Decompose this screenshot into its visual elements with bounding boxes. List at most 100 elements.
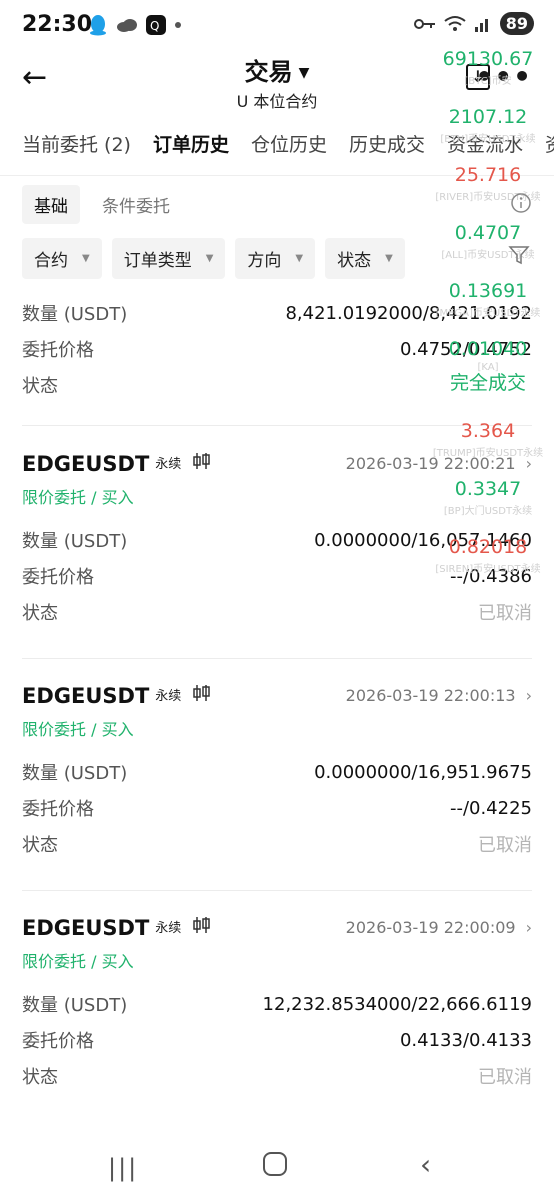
order-card[interactable]: EDGEUSDT 永续 2026-03-19 22:00:09 › 限价委托 / 买… [22, 916, 532, 1094]
status-label: 状态 [22, 835, 58, 856]
status-value: 已取消 [478, 1067, 532, 1088]
ticker-item: 0.13691 [MEGA]币安USDT永续 [422, 280, 554, 338]
qty-label: 数量 (USDT) [22, 531, 128, 552]
price-label: 委托价格 [22, 799, 94, 820]
ticker-price: 完全成交 [449, 372, 526, 394]
tab-position-history[interactable]: 仓位历史 [251, 130, 327, 170]
order-side: 限价委托 / 买入 [22, 952, 134, 971]
price-label: 委托价格 [22, 1031, 94, 1052]
price-label: 委托价格 [22, 340, 94, 361]
ticker-item: 2107.12 [ETH]币安USDT永续 [422, 106, 554, 164]
filter-order-type[interactable]: 订单类型 ▼ [111, 238, 226, 279]
qty-value: 0.0000000/16,951.9675 [314, 761, 532, 783]
status-value: 已取消 [478, 835, 532, 856]
ticker-item: 69130.67 [BTC]币安 [422, 48, 554, 106]
ticker-name: [RIVER]币安USDT永续 [435, 192, 541, 203]
battery-level: 89 [499, 12, 534, 35]
ticker-price: 0.82018 [448, 536, 528, 558]
qq-icon [90, 15, 106, 36]
cloud-icon [117, 19, 137, 32]
status-row: 状态 已取消 [22, 594, 532, 630]
nav-back-icon[interactable]: ‹ [420, 1148, 431, 1181]
filter-label: 方向 [247, 251, 282, 271]
status-value: 已取消 [478, 603, 532, 624]
ticker-item: 3.364 [TRUMP]币安USDT永续 [422, 420, 554, 478]
filter-status[interactable]: 状态 ▼ [325, 238, 405, 279]
order-time-text: 2026-03-19 22:00:09 [345, 918, 516, 937]
filter-label: 状态 [337, 251, 372, 271]
system-nav-bar: ||| ‹ [0, 1136, 554, 1200]
card-divider [22, 890, 532, 891]
price-ticker-overlay: 69130.67 [BTC]币安 2107.12 [ETH]币安USDT永续 25.… [422, 48, 554, 594]
candlestick-icon[interactable] [192, 452, 212, 470]
order-time[interactable]: 2026-03-19 22:00:09 › [346, 918, 532, 937]
tab-trade-history[interactable]: 历史成交 [349, 130, 425, 170]
ticker-name: [TRUMP]币安USDT永续 [432, 448, 544, 459]
subtab-conditional[interactable]: 条件委托 [90, 185, 182, 224]
status-row: 状态 已取消 [22, 1058, 532, 1094]
ticker-name: [BP]大门USDT永续 [443, 506, 533, 517]
ticker-name: [MEGA]币安USDT永续 [435, 308, 541, 319]
tab-current-orders[interactable]: 当前委托 (2) [22, 130, 131, 170]
wifi-icon [444, 15, 466, 31]
order-header: EDGEUSDT 永续 2026-03-19 22:00:09 › [22, 916, 532, 946]
status-label: 状态 [22, 603, 58, 624]
info-icon[interactable] [510, 192, 532, 214]
ticker-name: [ALL]币安USDT永续 [441, 250, 535, 261]
qty-row: 数量 (USDT) 12,232.8534000/22,666.6119 [22, 986, 532, 1022]
status-time: 22:30 [22, 12, 93, 37]
price-value: --/0.4225 [449, 797, 532, 819]
ticker-name: [SIREN]币安USDT永续 [435, 564, 541, 575]
filter-direction[interactable]: 方向 ▼ [235, 238, 316, 279]
candlestick-icon[interactable] [192, 916, 212, 934]
price-row: 委托价格 --/0.4225 [22, 790, 532, 826]
ticker-price: 69130.67 [442, 48, 534, 70]
order-side: 限价委托 / 买入 [22, 720, 134, 739]
ticker-price: 2107.12 [448, 106, 528, 128]
filter-contract[interactable]: 合约 ▼ [22, 238, 102, 279]
ticker-price: 0.13691 [448, 280, 528, 302]
page-title-text: 交易 [244, 58, 293, 86]
status-app-icons: Q [88, 14, 182, 36]
caret-down-icon: ▼ [82, 253, 90, 264]
ticker-item: 25.716 [RIVER]币安USDT永续 [422, 164, 554, 222]
recent-apps-icon[interactable]: ||| [108, 1154, 138, 1182]
key-icon [413, 18, 435, 29]
ticker-name: [ETH]币安USDT永续 [440, 134, 536, 145]
filter-icon[interactable] [508, 244, 530, 266]
chevron-right-icon: › [525, 686, 532, 705]
perpetual-badge: 永续 [155, 921, 182, 936]
chevron-right-icon: › [525, 918, 532, 937]
status-row: 状态 已取消 [22, 826, 532, 862]
qty-value: 12,232.8534000/22,666.6119 [262, 993, 532, 1015]
status-system-icons: 89 [413, 12, 534, 35]
ticker-item: 0.3347 [BP]大门USDT永续 [422, 478, 554, 536]
app-badge-icon: Q [146, 15, 166, 35]
caret-down-icon: ▼ [295, 253, 304, 264]
ticker-price: 3.364 [460, 420, 516, 442]
order-symbol: EDGEUSDT [22, 452, 150, 476]
filter-label: 订单类型 [123, 251, 192, 271]
status-label: 状态 [22, 376, 58, 397]
order-card[interactable]: EDGEUSDT 永续 2026-03-19 22:00:13 › 限价委托 / 买… [22, 684, 532, 862]
order-time[interactable]: 2026-03-19 22:00:13 › [346, 686, 532, 705]
home-icon[interactable] [263, 1152, 287, 1176]
filter-label: 合约 [34, 251, 68, 271]
ticker-price: 0.01040 [448, 338, 528, 360]
order-time-text: 2026-03-19 22:00:13 [345, 686, 516, 705]
qty-label: 数量 (USDT) [22, 763, 128, 784]
ticker-item: 完全成交 [422, 368, 554, 420]
tab-order-history[interactable]: 订单历史 [153, 130, 229, 170]
order-header: EDGEUSDT 永续 2026-03-19 22:00:13 › [22, 684, 532, 714]
candlestick-icon[interactable] [192, 684, 212, 702]
order-symbol: EDGEUSDT [22, 684, 150, 708]
perpetual-badge: 永续 [155, 457, 182, 472]
subtab-basic[interactable]: 基础 [22, 185, 80, 224]
card-divider [22, 658, 532, 659]
price-label: 委托价格 [22, 567, 94, 588]
caret-down-icon: ▼ [298, 65, 310, 81]
subtabs: 基础 条件委托 [22, 185, 182, 224]
perpetual-badge: 永续 [155, 689, 182, 704]
ticker-item: 0.01040 [KA] [422, 338, 554, 373]
signal-icon [474, 18, 488, 32]
